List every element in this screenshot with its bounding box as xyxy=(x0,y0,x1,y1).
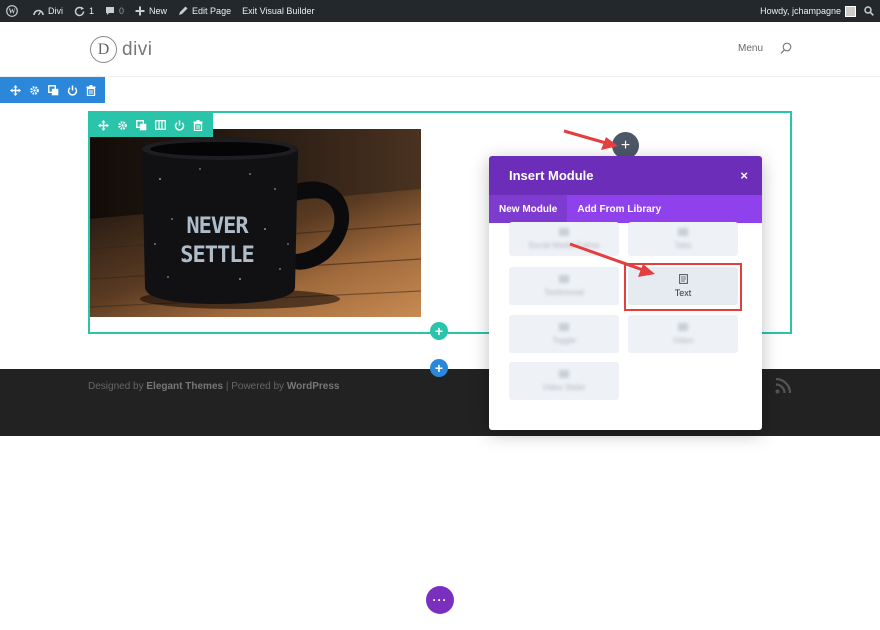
module-label: Tabs xyxy=(674,241,692,250)
mug-print-never: NEVER xyxy=(186,214,249,239)
tab-add-from-library[interactable]: Add From Library xyxy=(567,195,671,223)
module-list: Social Media Follow Tabs Testimonial Tex… xyxy=(489,222,762,430)
admin-bar-site[interactable]: Divi xyxy=(33,6,63,16)
footer-designed-by: Designed by xyxy=(88,381,147,392)
module-label: Video xyxy=(672,336,694,345)
power-icon[interactable] xyxy=(173,119,185,131)
site-logo[interactable]: D divi xyxy=(90,36,153,63)
add-module-button[interactable]: + xyxy=(612,132,639,159)
avatar[interactable] xyxy=(845,5,856,17)
modal-tabs: New Module Add From Library xyxy=(489,195,762,223)
dashboard-icon xyxy=(33,9,44,15)
module-icon xyxy=(558,228,569,236)
module-toggle[interactable]: Toggle xyxy=(509,315,619,353)
admin-bar-comments[interactable]: 0 xyxy=(105,6,124,16)
menu-toggle[interactable]: Menu xyxy=(738,43,763,54)
site-header: D divi Menu xyxy=(0,22,880,77)
comment-icon xyxy=(106,7,115,15)
module-tabs[interactable]: Tabs xyxy=(628,222,738,256)
modal-title: Insert Module xyxy=(509,168,594,183)
module-video[interactable]: Video xyxy=(628,315,738,353)
row-toolbar xyxy=(90,113,213,137)
module-label: Toggle xyxy=(552,336,576,345)
power-icon[interactable] xyxy=(66,84,78,96)
footer-credit: Designed by Elegant Themes | Powered by … xyxy=(88,381,339,392)
module-label: Video Slider xyxy=(542,383,586,392)
admin-bar-edit-page[interactable]: Edit Page xyxy=(178,6,231,16)
close-icon[interactable]: × xyxy=(740,168,748,183)
module-icon xyxy=(678,228,688,236)
tab-new-module[interactable]: New Module xyxy=(489,195,568,223)
mug-image[interactable]: NEVER SETTLE xyxy=(90,129,421,317)
logo-text: divi xyxy=(122,38,153,60)
plus-icon xyxy=(135,6,145,16)
pencil-icon xyxy=(179,6,188,15)
wp-admin-bar: W Divi 1 0 New Edit Page Exit Visual Bui… xyxy=(0,0,880,22)
wordpress-logo-icon[interactable]: W xyxy=(6,5,22,17)
updates-icon xyxy=(74,6,85,16)
edit-page-label: Edit Page xyxy=(192,6,232,16)
gear-icon[interactable] xyxy=(116,119,128,131)
modal-header: Insert Module × xyxy=(489,156,762,195)
footer-powered-by: | Powered by xyxy=(223,381,287,392)
site-name: Divi xyxy=(48,6,63,16)
module-icon xyxy=(559,370,569,378)
move-icon[interactable] xyxy=(9,84,21,96)
admin-bar-right: Howdy, jchampagne xyxy=(760,5,874,17)
search-icon[interactable] xyxy=(864,6,874,16)
add-section-button[interactable]: + xyxy=(430,359,448,377)
admin-bar-updates[interactable]: 1 xyxy=(74,6,94,17)
move-icon[interactable] xyxy=(97,119,109,131)
svg-text:W: W xyxy=(9,8,16,16)
columns-icon[interactable] xyxy=(154,119,166,131)
page-settings-button[interactable]: ··· xyxy=(426,586,454,614)
module-testimonial[interactable]: Testimonial xyxy=(509,267,619,305)
add-row-button[interactable]: + xyxy=(430,322,448,340)
logo-mark: D xyxy=(90,36,117,63)
new-label: New xyxy=(149,6,168,16)
gear-icon[interactable] xyxy=(28,84,40,96)
rss-icon[interactable] xyxy=(775,378,791,394)
user-greeting[interactable]: Howdy, jchampagne xyxy=(760,6,841,16)
trash-icon[interactable] xyxy=(85,84,97,96)
trash-icon[interactable] xyxy=(192,119,204,131)
module-video-slider[interactable]: Video Slider xyxy=(509,362,619,400)
module-social-media-follow[interactable]: Social Media Follow xyxy=(509,222,619,256)
module-icon xyxy=(677,323,688,331)
text-module-highlight xyxy=(624,263,742,311)
duplicate-icon[interactable] xyxy=(47,84,59,96)
footer-elegant-themes-link[interactable]: Elegant Themes xyxy=(146,381,223,392)
module-label: Social Media Follow xyxy=(528,241,600,250)
duplicate-icon[interactable] xyxy=(135,119,147,131)
comments-count: 0 xyxy=(119,6,125,16)
page: W Divi 1 0 New Edit Page Exit Visual Bui… xyxy=(0,0,880,630)
updates-count: 1 xyxy=(89,6,95,16)
search-icon[interactable] xyxy=(780,42,792,55)
exit-visual-builder-label: Exit Visual Builder xyxy=(242,6,315,16)
module-icon xyxy=(558,275,569,283)
section-toolbar xyxy=(0,77,105,103)
module-label: Testimonial xyxy=(543,288,584,297)
admin-bar-new[interactable]: New xyxy=(135,6,167,16)
mug-print-settle: SETTLE xyxy=(180,243,253,268)
module-icon xyxy=(558,323,569,331)
footer-wordpress-link[interactable]: WordPress xyxy=(287,381,340,392)
exit-visual-builder-link[interactable]: Exit Visual Builder xyxy=(242,6,314,16)
